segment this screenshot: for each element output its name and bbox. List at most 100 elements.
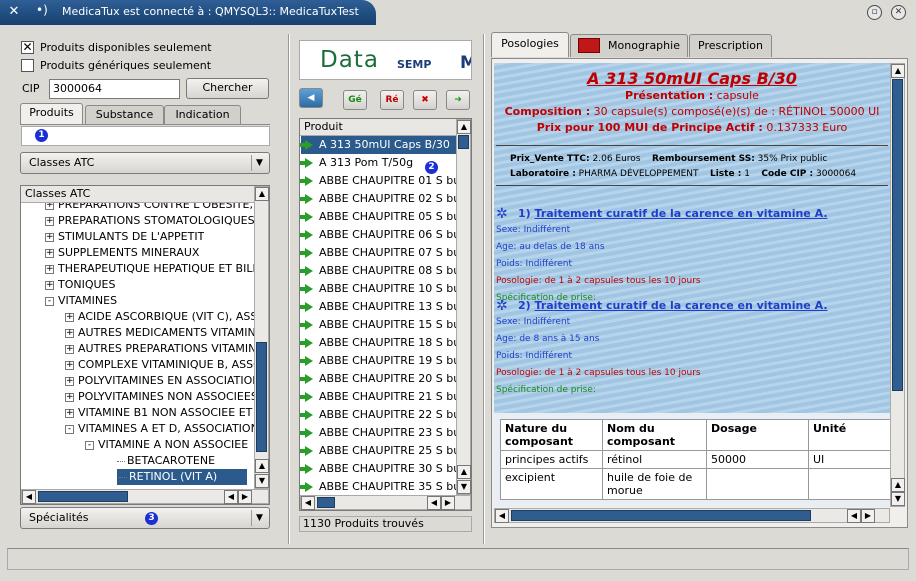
monograph-vscroll[interactable]: ▲ ▲ ▼ [890, 63, 905, 507]
collapse-icon[interactable]: - [45, 296, 54, 306]
list-item[interactable]: ABBE CHAUPITRE 22 S buv [300, 406, 456, 424]
monograph-vscroll-thumb[interactable] [892, 79, 903, 391]
forward-tool[interactable]: ➜ [446, 90, 470, 110]
tree-vscroll-thumb[interactable] [256, 342, 267, 452]
posologie-1-title[interactable]: Traitement curatif de la carence en vita… [535, 207, 828, 220]
scroll-down-icon[interactable]: ▼ [891, 492, 905, 506]
list-item[interactable]: ABBE CHAUPITRE 13 S buv [300, 298, 456, 316]
expand-icon[interactable]: + [65, 376, 74, 386]
scroll-left-icon[interactable]: ◀ [301, 496, 315, 510]
tab-substance[interactable]: Substance [85, 105, 164, 124]
back-tool[interactable]: ◀ [299, 88, 323, 108]
tab-prescription[interactable]: Prescription [689, 34, 772, 57]
app-icon[interactable]: ✕ [6, 4, 22, 20]
tree-item[interactable]: + POLYVITAMINES NON ASSOCIEES [65, 389, 254, 405]
expand-icon[interactable]: + [65, 392, 74, 402]
tab-indication[interactable]: Indication [164, 105, 241, 124]
scroll-left-icon[interactable]: ◀ [495, 509, 509, 523]
list-item[interactable]: A 313 50mUI Caps B/30 [300, 136, 456, 154]
expand-icon[interactable]: + [65, 312, 74, 322]
splitter-left[interactable] [288, 34, 290, 544]
posologie-2-title[interactable]: Traitement curatif de la carence en vita… [535, 299, 828, 312]
monograph-view[interactable]: A 313 50mUI Caps B/30 Présentation : cap… [494, 63, 890, 507]
product-vscroll-thumb[interactable] [458, 135, 469, 149]
tree-item[interactable]: + ACIDE ASCORBIQUE (VIT C), ASSO [65, 309, 254, 325]
list-item[interactable]: ABBE CHAUPITRE 21 S buv [300, 388, 456, 406]
tree-item[interactable]: + AUTRES PREPARATIONS VITAMINIQ [65, 341, 254, 357]
tree-item[interactable]: - VITAMINES [45, 293, 117, 309]
expand-icon[interactable]: + [45, 203, 54, 210]
reference-tool[interactable]: Ré [380, 90, 404, 110]
scroll-right-icon[interactable]: ▶ [238, 490, 252, 504]
scroll-up-icon[interactable]: ▲ [255, 187, 269, 201]
list-item[interactable]: ABBE CHAUPITRE 07 S buv [300, 244, 456, 262]
collapse-icon[interactable]: - [85, 440, 94, 450]
expand-icon[interactable]: + [65, 360, 74, 370]
tree-vscroll[interactable]: ▲ ▲ ▼ [254, 186, 269, 489]
scroll-left-icon[interactable]: ◀ [847, 509, 861, 523]
list-item[interactable]: ABBE CHAUPITRE 15 S buv [300, 316, 456, 334]
list-item[interactable]: ABBE CHAUPITRE 02 S buv [300, 190, 456, 208]
scroll-left-icon[interactable]: ◀ [224, 490, 238, 504]
close-icon[interactable]: ✕ [891, 5, 906, 20]
tab-posologies[interactable]: Posologies [491, 32, 569, 57]
checkbox-disponibles[interactable]: ✕ [21, 41, 34, 54]
tree-item[interactable]: RETINOL (VIT A) [117, 469, 248, 485]
tree-item[interactable]: + SUPPLEMENTS MINERAUX [45, 245, 199, 261]
list-item[interactable]: ABBE CHAUPITRE 19 S buv [300, 352, 456, 370]
product-hscroll[interactable]: ◀ ◀ ▶ [300, 495, 471, 510]
scroll-up-icon[interactable]: ▲ [457, 120, 471, 134]
posologie-1-header[interactable]: 1) Traitement curatif de la carence en v… [518, 207, 828, 220]
tree-item[interactable]: + AUTRES MEDICAMENTS VITAMINIQ [65, 325, 254, 341]
tree-hscroll[interactable]: ◀ ◀ ▶ [21, 489, 269, 504]
checkbox-generiques[interactable] [21, 59, 34, 72]
scroll-up-icon[interactable]: ▲ [457, 465, 471, 479]
list-item[interactable]: ABBE CHAUPITRE 23 S buv [300, 424, 456, 442]
scroll-right-icon[interactable]: ▶ [861, 509, 875, 523]
tree-item[interactable]: + STIMULANTS DE L'APPETIT [45, 229, 204, 245]
tree-item[interactable]: - VITAMINES A ET D, ASSOCIATIONS [65, 421, 254, 437]
product-list[interactable]: Produit A 313 50mUI Caps B/30 A 313 Pom T… [299, 118, 472, 511]
tab-monographie[interactable]: Monographie [570, 34, 688, 57]
list-item[interactable]: ABBE CHAUPITRE 08 S buv [300, 262, 456, 280]
collapse-icon[interactable]: - [65, 424, 74, 434]
cip-input[interactable]: 3000064 [49, 79, 180, 99]
expand-icon[interactable]: + [45, 232, 54, 242]
minimize-icon[interactable]: ▫ [867, 5, 882, 20]
expand-icon[interactable]: + [45, 248, 54, 258]
atc-tree[interactable]: Classes ATC + PREPARATIONS CONTRE L'OBESI… [20, 185, 270, 505]
posologie-2-header[interactable]: 2) Traitement curatif de la carence en v… [518, 299, 828, 312]
scroll-down-icon[interactable]: ▼ [457, 480, 471, 494]
classes-combo[interactable]: Classes ATC ▼ [20, 152, 270, 174]
list-item[interactable]: ABBE CHAUPITRE 30 S buv [300, 460, 456, 478]
list-item[interactable]: ABBE CHAUPITRE 10 S buv [300, 280, 456, 298]
scroll-down-icon[interactable]: ▼ [255, 474, 269, 488]
list-item[interactable]: ABBE CHAUPITRE 18 S buv [300, 334, 456, 352]
list-item[interactable]: ABBE CHAUPITRE 05 S buv [300, 208, 456, 226]
tree-item[interactable]: + VITAMINE B1 NON ASSOCIEE ET EN [65, 405, 254, 421]
tree-hscroll-thumb[interactable] [38, 491, 128, 502]
tree-item[interactable]: + POLYVITAMINES EN ASSOCIATION [65, 373, 254, 389]
expand-icon[interactable]: + [45, 264, 54, 274]
tab-produits[interactable]: Produits [20, 103, 83, 125]
generic-tool[interactable]: Gé [343, 90, 367, 110]
tree-item[interactable]: + PREPARATIONS CONTRE L'OBESITE, PR [45, 203, 254, 213]
scroll-left-icon[interactable]: ◀ [427, 496, 441, 510]
monograph-hscroll-thumb[interactable] [511, 510, 811, 521]
monograph-hscroll[interactable]: ◀ ◀ ▶ [494, 508, 890, 523]
tree-item[interactable]: + PREPARATIONS STOMATOLOGIQUES [45, 213, 254, 229]
list-item[interactable]: ABBE CHAUPITRE 06 S buv [300, 226, 456, 244]
list-item[interactable]: ABBE CHAUPITRE 35 S buv [300, 478, 456, 496]
product-vscroll[interactable]: ▲ ▲ ▼ [456, 119, 471, 495]
tree-item[interactable]: + TONIQUES [45, 277, 116, 293]
cancel-tool[interactable]: ✖ [413, 90, 437, 110]
search-button[interactable]: Chercher [186, 78, 269, 99]
tree-item[interactable]: + THERAPEUTIQUE HEPATIQUE ET BILIAI [45, 261, 254, 277]
expand-icon[interactable]: + [65, 408, 74, 418]
tree-item[interactable]: - VITAMINE A NON ASSOCIEE [85, 437, 248, 453]
list-item[interactable]: ABBE CHAUPITRE 01 S buv [300, 172, 456, 190]
list-item[interactable]: ABBE CHAUPITRE 20 S buv [300, 370, 456, 388]
expand-icon[interactable]: + [65, 328, 74, 338]
scroll-up-icon[interactable]: ▲ [891, 478, 905, 492]
expand-icon[interactable]: + [65, 344, 74, 354]
